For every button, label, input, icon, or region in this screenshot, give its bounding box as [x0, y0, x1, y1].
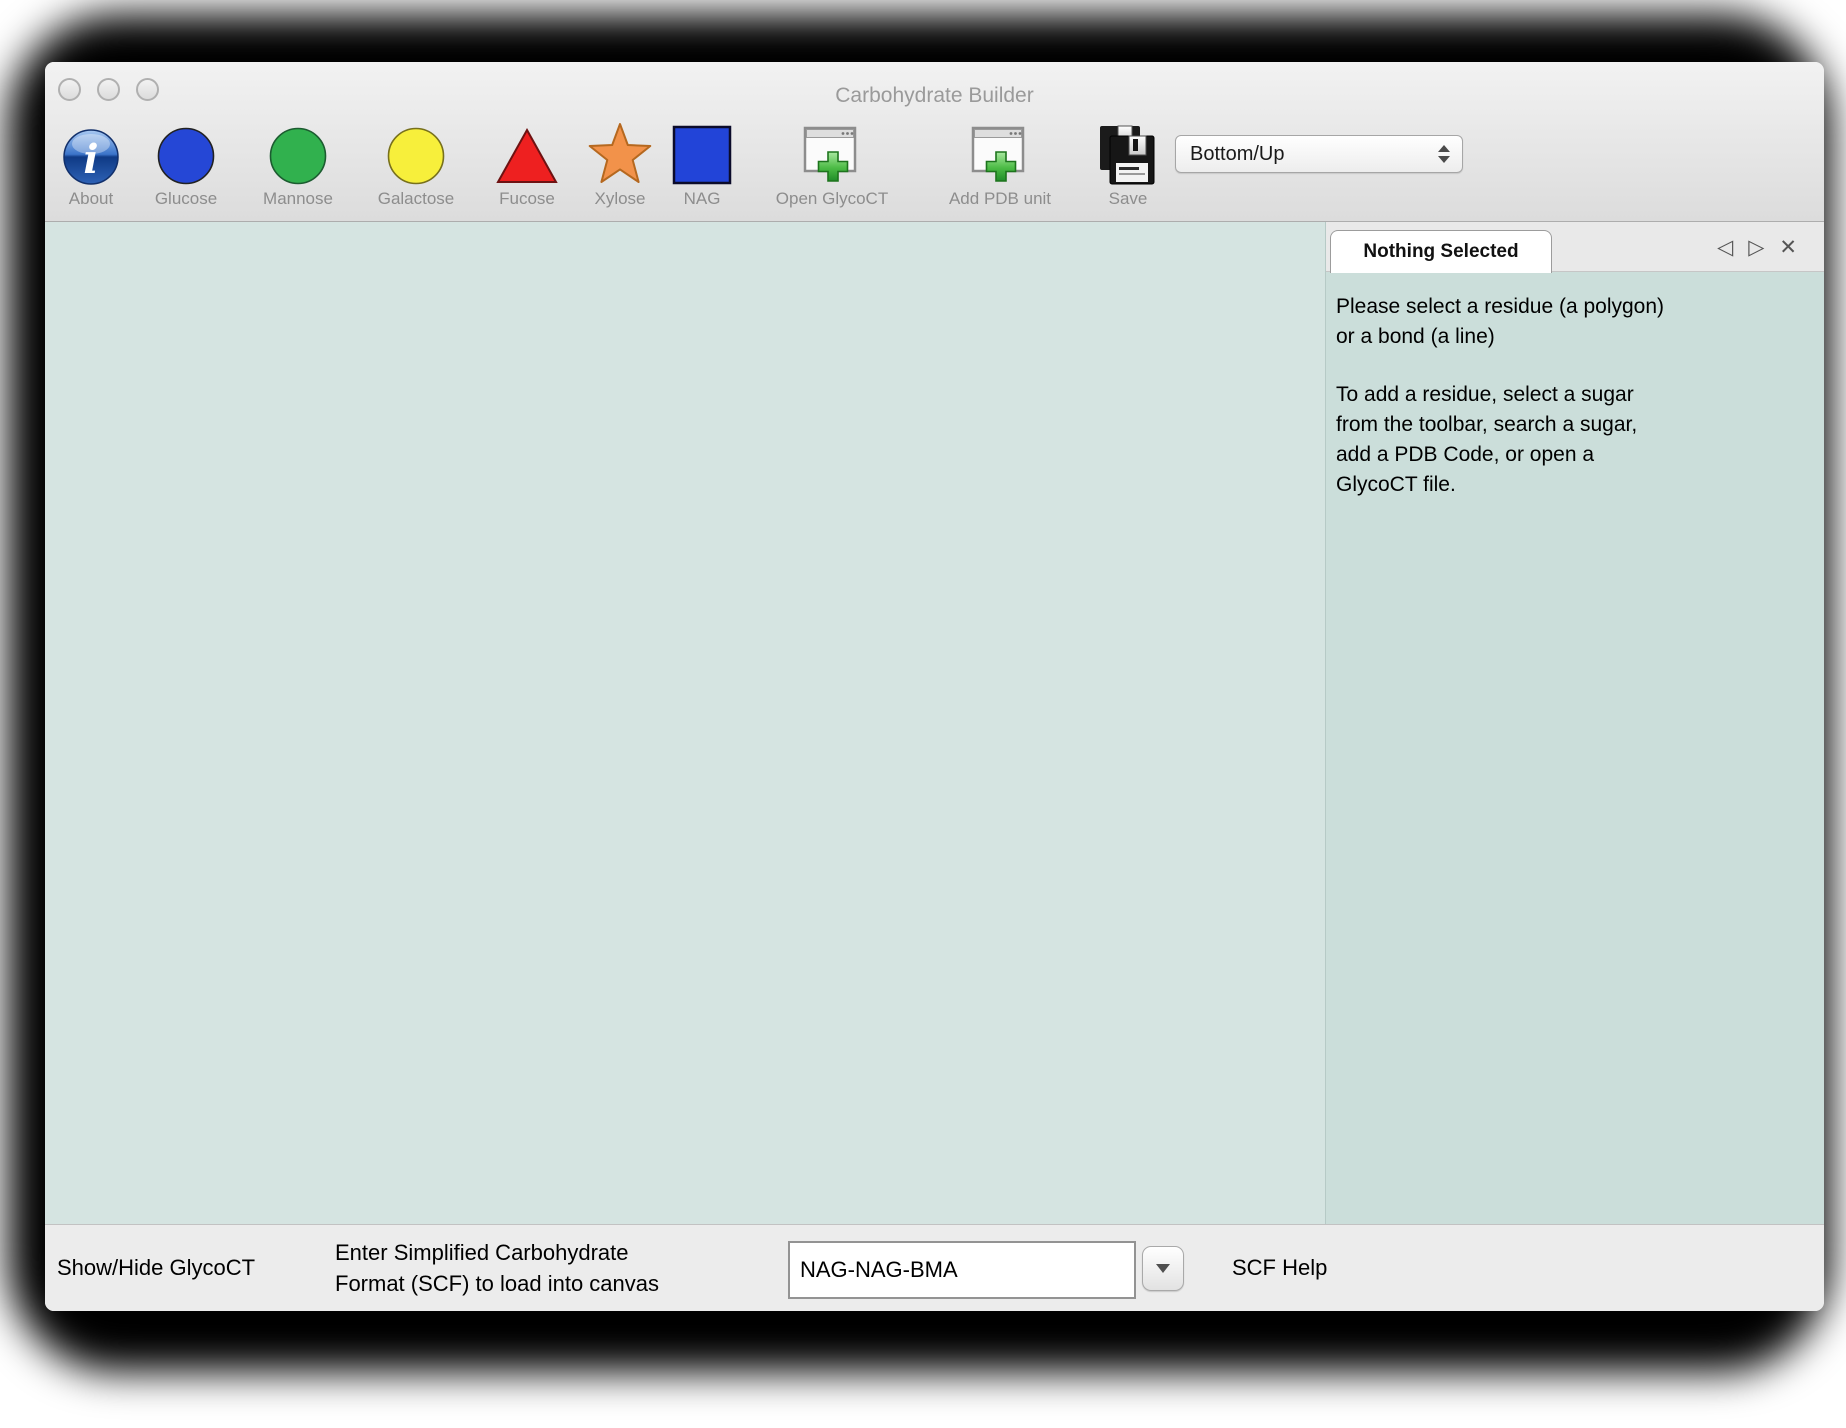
scf-input[interactable] [788, 1241, 1136, 1299]
window-plus-icon [801, 118, 863, 186]
scf-prompt-line: Format (SCF) to load into canvas [335, 1268, 659, 1299]
orientation-select-value: Bottom/Up [1176, 143, 1438, 166]
message-line: add a PDB Code, or open a [1336, 440, 1804, 470]
window-header: Carbohydrate Builder i About Glucose [45, 62, 1824, 222]
nag-square-icon [671, 118, 733, 186]
scf-history-dropdown-button[interactable] [1142, 1246, 1184, 1291]
open-glycoct-button[interactable]: Open GlycoCT [752, 118, 912, 209]
window-plus-icon [969, 118, 1031, 186]
inspector-tab-strip: Nothing Selected ◁ ▷ ✕ [1326, 222, 1824, 272]
tab-nav-controls: ◁ ▷ ✕ [1717, 222, 1797, 272]
about-button[interactable]: i About [51, 118, 131, 209]
app-window: Carbohydrate Builder i About Glucose [45, 62, 1824, 1311]
xylose-button[interactable]: Xylose [580, 118, 660, 209]
tab-prev-icon[interactable]: ◁ [1717, 237, 1733, 258]
nag-button[interactable]: NAG [670, 118, 734, 209]
message-line: GlycoCT file. [1336, 470, 1804, 500]
bottom-bar: Show/Hide GlycoCT Enter Simplified Carbo… [45, 1224, 1824, 1311]
scf-prompt-label: Enter Simplified Carbohydrate Format (SC… [335, 1225, 659, 1311]
chevron-down-icon [1156, 1264, 1170, 1273]
glucose-circle-icon [156, 118, 216, 186]
window-title: Carbohydrate Builder [45, 84, 1824, 108]
scf-help-button[interactable]: SCF Help [1232, 1225, 1327, 1311]
tab-nothing-selected[interactable]: Nothing Selected [1330, 230, 1552, 273]
galactose-circle-icon [386, 118, 446, 186]
scf-prompt-line: Enter Simplified Carbohydrate [335, 1237, 628, 1268]
save-button[interactable]: Save [1093, 118, 1163, 209]
message-line: or a bond (a line) [1336, 322, 1804, 352]
stepper-arrows-icon [1438, 145, 1450, 163]
tab-next-icon[interactable]: ▷ [1748, 237, 1764, 258]
tab-label: Nothing Selected [1363, 241, 1518, 263]
mannose-circle-icon [268, 118, 328, 186]
tab-close-icon[interactable]: ✕ [1779, 237, 1797, 258]
message-line: Please select a residue (a polygon) [1336, 292, 1804, 322]
show-hide-glycoct-button[interactable]: Show/Hide GlycoCT [57, 1225, 255, 1311]
galactose-button[interactable]: Galactose [361, 118, 471, 209]
glucose-button[interactable]: Glucose [141, 118, 231, 209]
xylose-star-icon [586, 118, 654, 186]
message-line: To add a residue, select a sugar [1336, 380, 1804, 410]
fucose-button[interactable]: Fucose [487, 118, 567, 209]
orientation-select[interactable]: Bottom/Up [1175, 135, 1463, 173]
drawing-canvas[interactable] [45, 222, 1325, 1224]
svg-text:i: i [83, 136, 98, 183]
add-pdb-unit-button[interactable]: Add PDB unit [925, 118, 1075, 209]
inspector-panel: Nothing Selected ◁ ▷ ✕ Please select a r… [1325, 222, 1824, 1224]
fucose-triangle-icon [494, 118, 560, 186]
info-icon: i [62, 118, 120, 186]
mannose-button[interactable]: Mannose [248, 118, 348, 209]
inspector-message: Please select a residue (a polygon) or a… [1326, 272, 1824, 500]
message-line: from the toolbar, search a sugar, [1336, 410, 1804, 440]
floppy-disk-icon [1098, 118, 1158, 186]
